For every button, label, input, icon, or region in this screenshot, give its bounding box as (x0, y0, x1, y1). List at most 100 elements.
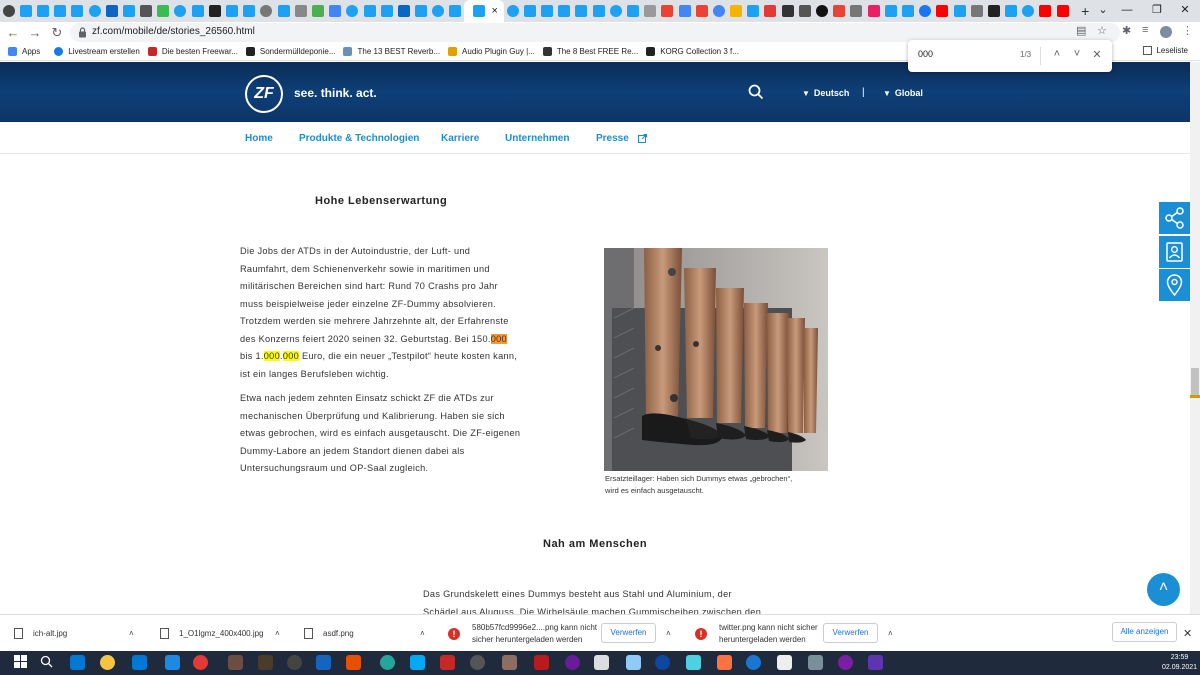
tab-favicon[interactable] (19, 5, 32, 17)
tab-favicon[interactable] (363, 5, 376, 17)
app-icon[interactable] (838, 655, 853, 670)
tab-favicon[interactable] (311, 5, 324, 17)
tab-favicon[interactable] (884, 5, 897, 17)
download-warning[interactable]: ! 580b57fcd9996e2....png kann nicht sicher… (448, 615, 597, 652)
tab-favicon[interactable] (798, 5, 811, 17)
extensions-puzzle-icon[interactable]: ✱ (1122, 24, 1131, 37)
tab-favicon[interactable] (523, 5, 536, 17)
download-item[interactable]: ich-alt.jpg (14, 615, 67, 652)
share-button[interactable] (1159, 202, 1190, 234)
system-clock[interactable]: 23:59 02.09.2021 (1162, 653, 1197, 673)
tab-favicon[interactable] (919, 5, 932, 17)
tab-favicon[interactable] (346, 5, 359, 17)
tab-favicon[interactable] (157, 5, 170, 17)
tab-favicon[interactable] (867, 5, 880, 17)
tab-favicon[interactable] (558, 5, 571, 17)
tab-favicon[interactable] (850, 5, 863, 17)
bookmark-item[interactable]: Sondermülldeponie... (245, 47, 335, 56)
bookmark-star-icon[interactable]: ☆ (1097, 24, 1107, 37)
tab-favicon[interactable] (626, 5, 639, 17)
app-icon[interactable] (565, 655, 580, 670)
tab-favicon[interactable] (506, 5, 519, 17)
find-close-icon[interactable]: ✕ (1090, 48, 1104, 61)
app-icon[interactable] (868, 655, 883, 670)
tab-favicon[interactable] (54, 5, 67, 17)
tab-favicon[interactable] (88, 5, 101, 17)
tab-favicon[interactable] (592, 5, 605, 17)
download-item[interactable]: asdf.png (304, 615, 354, 652)
zf-logo[interactable]: ZF (245, 75, 283, 113)
tab-favicon[interactable] (644, 5, 657, 17)
page-scrollbar[interactable] (1190, 62, 1200, 614)
app-icon[interactable] (655, 655, 670, 670)
external-link-icon[interactable] (638, 134, 647, 143)
app-icon[interactable] (287, 655, 302, 670)
tab-favicon[interactable] (575, 5, 588, 17)
tab-favicon[interactable] (36, 5, 49, 17)
app-icon[interactable] (440, 655, 455, 670)
reload-icon[interactable]: ↻ (46, 25, 68, 41)
store-icon[interactable] (132, 655, 147, 670)
tab-favicon[interactable] (1022, 5, 1035, 17)
tab-favicon[interactable] (208, 5, 221, 17)
app-icon[interactable] (808, 655, 823, 670)
chevron-up-icon[interactable]: ˄ (129, 615, 134, 652)
download-warning[interactable]: ! twitter.png kann nicht sicher herunterge… (695, 615, 818, 652)
language-selector[interactable]: ▼ Deutsch (802, 88, 849, 98)
tab-favicon[interactable] (953, 5, 966, 17)
bookmark-item[interactable]: The 8 Best FREE Re... (542, 47, 638, 56)
tab-favicon[interactable] (329, 5, 342, 17)
app-icon[interactable] (228, 655, 243, 670)
app-icon[interactable] (380, 655, 395, 670)
chevron-up-icon[interactable]: ˄ (888, 615, 893, 652)
find-previous-icon[interactable]: ˄ (1050, 48, 1064, 60)
edge-icon[interactable] (70, 655, 85, 670)
app-icon[interactable] (502, 655, 517, 670)
windows-start-icon[interactable] (14, 655, 29, 670)
app-icon[interactable] (316, 655, 331, 670)
app-icon[interactable] (594, 655, 609, 670)
tab-favicon[interactable] (1056, 5, 1069, 17)
bookmark-item[interactable]: Audio Plugin Guy |... (448, 47, 535, 56)
scrollbar-thumb[interactable] (1191, 368, 1199, 396)
app-icon[interactable] (686, 655, 701, 670)
download-item[interactable]: 1_O1lgmz_400x400.jpg (160, 615, 264, 652)
show-all-downloads-button[interactable]: Alle anzeigen (1112, 622, 1177, 642)
tab-favicon[interactable] (140, 5, 153, 17)
tab-favicon[interactable] (71, 5, 84, 17)
avatar[interactable] (1160, 26, 1172, 38)
discard-button[interactable]: Verwerfen (601, 623, 656, 643)
tab-favicon[interactable] (294, 5, 307, 17)
find-input[interactable]: 000 (918, 49, 1018, 59)
active-tab[interactable]: × (464, 0, 505, 22)
app-icon[interactable] (410, 655, 425, 670)
search-icon[interactable] (748, 84, 764, 100)
tab-favicon[interactable] (730, 5, 743, 17)
maximize-button[interactable]: ❐ (1142, 0, 1172, 22)
app-icon[interactable] (746, 655, 761, 670)
tab-favicon[interactable] (661, 5, 674, 17)
tab-favicon[interactable] (449, 5, 462, 17)
tab-favicon[interactable] (174, 5, 187, 17)
nav-careers[interactable]: Karriere (441, 133, 479, 144)
chevron-up-icon[interactable]: ˄ (420, 615, 425, 652)
bookmark-item[interactable]: Apps (8, 47, 40, 56)
discard-button[interactable]: Verwerfen (823, 623, 878, 643)
tab-favicon[interactable] (432, 5, 445, 17)
app-icon[interactable] (534, 655, 549, 670)
tab-favicon[interactable] (609, 5, 622, 17)
tab-favicon[interactable] (678, 5, 691, 17)
tab-favicon[interactable] (970, 5, 983, 17)
tab-favicon[interactable] (833, 5, 846, 17)
tab-favicon[interactable] (1039, 5, 1052, 17)
chevron-up-icon[interactable]: ˄ (275, 615, 280, 652)
find-next-icon[interactable]: ˅ (1070, 48, 1084, 60)
tab-favicon[interactable] (541, 5, 554, 17)
tab-favicon[interactable] (380, 5, 393, 17)
reader-mode-icon[interactable]: ▤ (1076, 24, 1086, 37)
tab-favicon[interactable] (987, 5, 1000, 17)
tab-favicon[interactable] (712, 5, 725, 17)
bookmark-item[interactable]: Die besten Freewar... (147, 47, 238, 56)
nav-company[interactable]: Unternehmen (505, 133, 569, 144)
bookmark-item[interactable]: The 13 BEST Reverb... (343, 47, 440, 56)
